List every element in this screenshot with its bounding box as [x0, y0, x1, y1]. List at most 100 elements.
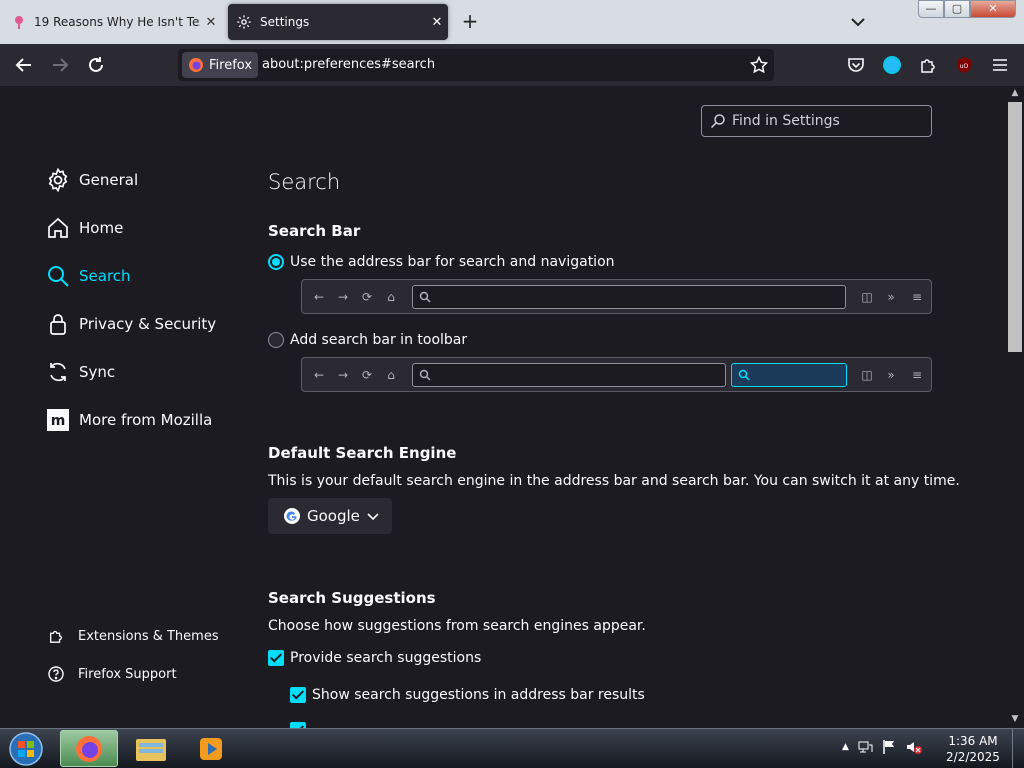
forward-button[interactable] [48, 53, 72, 77]
taskbar-media-player[interactable] [182, 730, 240, 767]
google-icon [284, 508, 300, 524]
sidebar-item-label: More from Mozilla [79, 411, 213, 429]
search-icon [738, 369, 750, 381]
scroll-thumb[interactable] [1008, 102, 1022, 352]
checkbox-checked[interactable] [290, 687, 306, 703]
taskbar-firefox[interactable] [60, 730, 118, 767]
lock-icon [45, 311, 71, 337]
search-bar-preview: ← → ⟳ ⌂ ◫ » ≡ [301, 357, 932, 392]
find-in-settings-input[interactable]: Find in Settings [701, 105, 932, 137]
checkbox-show-in-address-bar[interactable]: Show search suggestions in address bar r… [290, 687, 645, 703]
action-center-flag-icon[interactable] [881, 739, 897, 755]
close-icon[interactable]: ✕ [426, 15, 448, 30]
tab-article[interactable]: 19 Reasons Why He Isn't Texting ✕ [0, 4, 222, 40]
radio-label: Use the address bar for search and navig… [290, 254, 615, 270]
hamburger-menu-icon: ≡ [911, 368, 923, 382]
radio-search-toolbar[interactable]: Add search bar in toolbar [268, 332, 467, 348]
show-desktop-button[interactable] [1012, 729, 1024, 768]
scroll-down-icon[interactable]: ▼ [1010, 714, 1020, 724]
checkbox-label: Provide search suggestions [290, 650, 482, 666]
menu-button[interactable] [988, 53, 1012, 77]
arrow-right-icon: → [337, 368, 349, 382]
system-tray: ▲ [842, 739, 923, 755]
extensions-themes-link[interactable]: Extensions & Themes [47, 627, 219, 645]
arrow-left-icon: ← [313, 368, 325, 382]
account-icon [883, 56, 901, 74]
search-engine-dropdown[interactable]: Google [268, 498, 392, 534]
preview-url-field [412, 363, 726, 387]
checkbox-provide-suggestions[interactable]: Provide search suggestions [268, 650, 481, 666]
home-icon: ⌂ [387, 290, 395, 304]
default-engine-description: This is your default search engine in th… [268, 473, 960, 489]
pocket-button[interactable] [844, 53, 868, 77]
network-icon[interactable] [857, 739, 873, 755]
show-hidden-icons-icon[interactable]: ▲ [842, 742, 849, 752]
sidebar-icon: ◫ [861, 368, 873, 382]
tab-settings[interactable]: Settings ✕ [228, 4, 448, 40]
scroll-up-icon[interactable]: ▲ [1010, 88, 1020, 98]
overflow-chevrons-icon: » [887, 368, 895, 382]
sidebar-item-general[interactable]: General [45, 167, 138, 193]
sidebar-item-home[interactable]: Home [45, 215, 123, 241]
svg-text:uO: uO [960, 63, 969, 70]
hamburger-menu-icon: ≡ [911, 290, 923, 304]
settings-page: Find in Settings General Home Search Pri… [0, 86, 1006, 728]
extensions-button[interactable] [916, 53, 940, 77]
checkbox-checked[interactable] [268, 650, 284, 666]
sidebar-item-label: Search [79, 267, 131, 285]
page-title: Search [268, 170, 341, 194]
taskbar-file-explorer[interactable] [122, 730, 180, 767]
close-icon[interactable]: ✕ [200, 15, 222, 30]
sidebar-item-more-from-mozilla[interactable]: m More from Mozilla [45, 407, 212, 433]
volume-muted-icon[interactable] [905, 739, 923, 755]
search-icon [419, 291, 431, 303]
find-placeholder: Find in Settings [732, 113, 840, 129]
account-button[interactable] [880, 53, 904, 77]
sidebar-item-privacy[interactable]: Privacy & Security [45, 311, 216, 337]
start-button[interactable] [4, 730, 48, 768]
arrow-right-icon: → [337, 290, 349, 304]
svg-text:m: m [51, 413, 66, 429]
scrollbar[interactable]: ▲ ▼ [1006, 86, 1024, 728]
clock[interactable]: 1:36 AM 2/2/2025 [940, 733, 1006, 765]
overflow-chevrons-icon: » [887, 290, 895, 304]
reload-button[interactable] [84, 53, 108, 77]
radio-button-selected[interactable] [268, 254, 284, 270]
url-bar[interactable]: Firefox about:preferences#search [178, 49, 774, 81]
ublock-button[interactable]: uO [952, 53, 976, 77]
sync-icon [45, 359, 71, 385]
puzzle-icon [47, 627, 65, 645]
radio-button[interactable] [268, 332, 284, 348]
windows-taskbar: ▲ 1:36 AM 2/2/2025 [0, 728, 1024, 768]
reload-icon: ⟳ [361, 290, 373, 304]
sidebar-item-label: General [79, 171, 139, 189]
tab-title: Settings [260, 15, 310, 29]
tab-title: 19 Reasons Why He Isn't Texting [34, 15, 200, 29]
back-button[interactable] [12, 53, 36, 77]
chevron-down-icon[interactable] [848, 12, 868, 32]
sidebar-item-label: Home [79, 219, 124, 237]
clock-time: 1:36 AM [948, 734, 998, 748]
sidebar-icon: ◫ [861, 290, 873, 304]
bookmark-star-icon[interactable] [750, 56, 768, 74]
favicon-icon [15, 16, 23, 29]
maximize-button[interactable]: ▢ [944, 0, 970, 18]
url-text[interactable]: about:preferences#search [262, 57, 435, 72]
firefox-support-link[interactable]: Firefox Support [47, 665, 177, 683]
arrow-left-icon [15, 58, 31, 72]
tab-strip: 19 Reasons Why He Isn't Texting ✕ Settin… [0, 0, 1024, 44]
minimize-button[interactable]: — [918, 0, 944, 18]
extensions-themes-label: Extensions & Themes [78, 628, 219, 644]
mozilla-icon: m [45, 407, 71, 433]
sidebar-item-sync[interactable]: Sync [45, 359, 115, 385]
close-window-button[interactable]: ✕ [970, 0, 1016, 18]
firefox-support-label: Firefox Support [78, 666, 177, 682]
sidebar-item-search[interactable]: Search [45, 263, 131, 289]
pocket-icon [848, 58, 864, 72]
suggestions-heading: Search Suggestions [268, 589, 436, 607]
radio-address-bar[interactable]: Use the address bar for search and navig… [268, 254, 615, 270]
media-player-icon [200, 737, 222, 760]
identity-box[interactable]: Firefox [182, 52, 259, 78]
search-icon [419, 369, 431, 381]
new-tab-button[interactable]: + [458, 10, 482, 34]
